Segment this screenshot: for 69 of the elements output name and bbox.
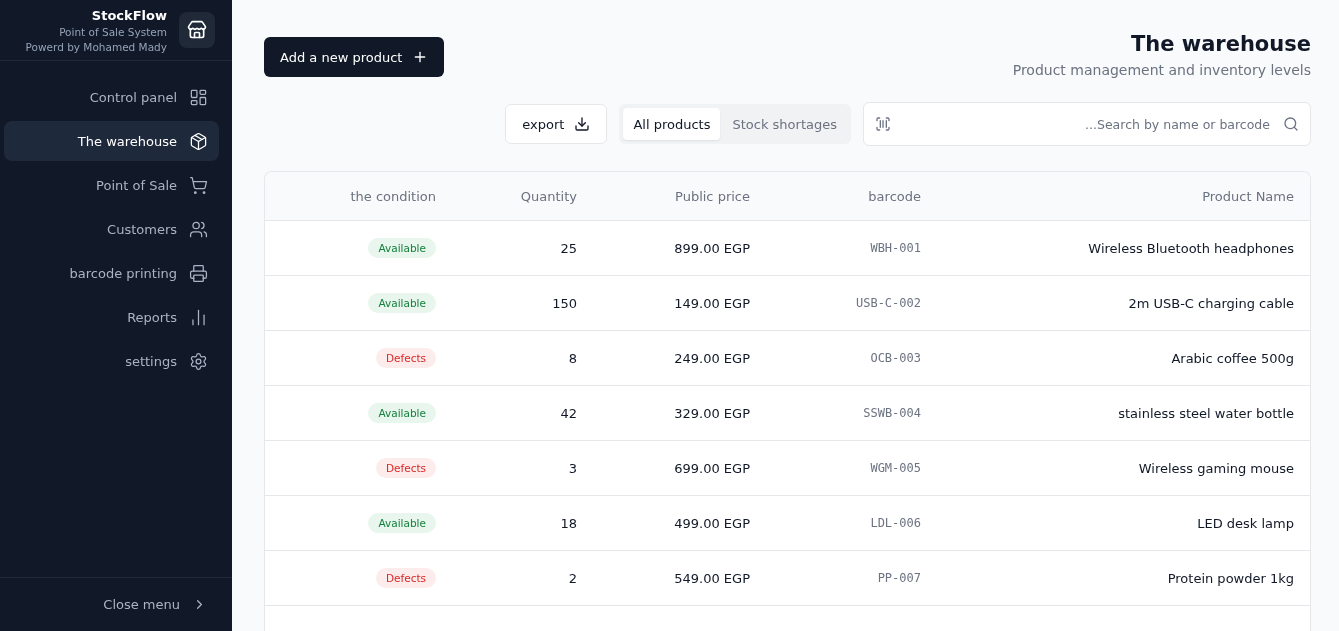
table-cell-text: Wireless gaming mouse bbox=[1137, 460, 1294, 476]
status-badge: Available bbox=[368, 513, 436, 533]
status-badge: Available bbox=[368, 403, 436, 423]
sidebar-item[interactable]: settings bbox=[4, 341, 219, 381]
table-cell-text: SSWB-004 bbox=[862, 406, 921, 420]
table-cell-text: 18 bbox=[559, 515, 577, 531]
status-badge: Available bbox=[368, 238, 436, 258]
brand-subtitle: Point of Sale System bbox=[59, 25, 167, 38]
dashboard-icon bbox=[189, 87, 208, 107]
printer-icon bbox=[189, 263, 208, 283]
column-header: Product Name bbox=[1201, 188, 1294, 204]
page-subtitle: Product management and inventory levels bbox=[1012, 62, 1311, 78]
table-cell-text: PP-007 bbox=[876, 571, 921, 585]
table-cell-text: WBH-001 bbox=[869, 241, 921, 255]
box-icon bbox=[189, 131, 208, 151]
sidebar-item[interactable]: Customers bbox=[4, 209, 219, 249]
cart-icon bbox=[189, 175, 208, 195]
download-icon bbox=[574, 116, 591, 132]
table-cell-text: Wireless Bluetooth headphones bbox=[1087, 240, 1294, 256]
status-badge: Defects bbox=[375, 568, 436, 588]
filter-tab[interactable]: All products bbox=[623, 108, 721, 140]
table-cell-text: Protein powder 1kg bbox=[1166, 570, 1294, 586]
table-cell-text: 899.00 EGP bbox=[673, 240, 750, 256]
table-cell-text: WGM-005 bbox=[869, 461, 921, 475]
column-header: barcode bbox=[867, 188, 921, 204]
table-cell-text: stainless steel water bottle bbox=[1117, 405, 1294, 421]
add-product-button[interactable]: Add a new product bbox=[264, 37, 445, 77]
status-badge: Defects bbox=[375, 348, 436, 368]
table-cell-text: USB-C-002 bbox=[854, 296, 921, 310]
search-field[interactable]: ...Search by name or barcode bbox=[863, 102, 1311, 146]
column-header: Quantity bbox=[519, 188, 577, 204]
export-button[interactable]: export bbox=[505, 104, 608, 144]
table-cell-text: 249.00 EGP bbox=[673, 350, 750, 366]
table-cell-text: 150 bbox=[551, 295, 577, 311]
table-cell-text: 25 bbox=[559, 240, 577, 256]
bar-chart-icon bbox=[189, 307, 208, 327]
sidebar-item[interactable]: Point of Sale bbox=[4, 165, 219, 205]
table-cell-text: 3 bbox=[567, 460, 577, 476]
column-header: the condition bbox=[349, 188, 436, 204]
users-icon bbox=[189, 219, 208, 239]
table-cell-text: LDL-006 bbox=[869, 516, 921, 530]
table-cell-text: Arabic coffee 500g bbox=[1170, 350, 1294, 366]
sidebar-item[interactable]: Reports bbox=[4, 297, 219, 337]
barcode-scan-icon[interactable] bbox=[875, 116, 891, 132]
close-menu-button[interactable]: Close menu bbox=[103, 597, 207, 612]
search-icon bbox=[1283, 116, 1299, 132]
table-cell-text: 149.00 EGP bbox=[673, 295, 750, 311]
table-cell-text: 329.00 EGP bbox=[673, 405, 750, 421]
status-badge: Available bbox=[368, 293, 436, 313]
table-cell-text: 2m USB-C charging cable bbox=[1127, 295, 1294, 311]
table-cell-text: 42 bbox=[559, 405, 577, 421]
brand-credit: Powerd by Mohamed Mady bbox=[25, 40, 167, 53]
table-cell-text: 699.00 EGP bbox=[673, 460, 750, 476]
sidebar-item[interactable]: Control panel bbox=[4, 77, 219, 117]
sidebar-item[interactable]: The warehouse bbox=[4, 121, 219, 161]
page-title: The warehouse bbox=[1130, 32, 1311, 56]
table-cell-text: 8 bbox=[567, 350, 577, 366]
table-cell-text: 549.00 EGP bbox=[673, 570, 750, 586]
settings-icon bbox=[189, 351, 208, 371]
table-cell-text: OCB-003 bbox=[869, 351, 921, 365]
status-badge: Defects bbox=[375, 458, 436, 478]
table-cell-text: 499.00 EGP bbox=[673, 515, 750, 531]
sidebar-item[interactable]: barcode printing bbox=[4, 253, 219, 293]
store-icon bbox=[179, 12, 215, 48]
brand-name: StockFlow bbox=[91, 7, 167, 23]
column-header: Public price bbox=[674, 188, 750, 204]
filter-tab[interactable]: Stock shortages bbox=[722, 108, 847, 140]
table-cell-text: 2 bbox=[567, 570, 577, 586]
table-cell-text: LED desk lamp bbox=[1196, 515, 1294, 531]
